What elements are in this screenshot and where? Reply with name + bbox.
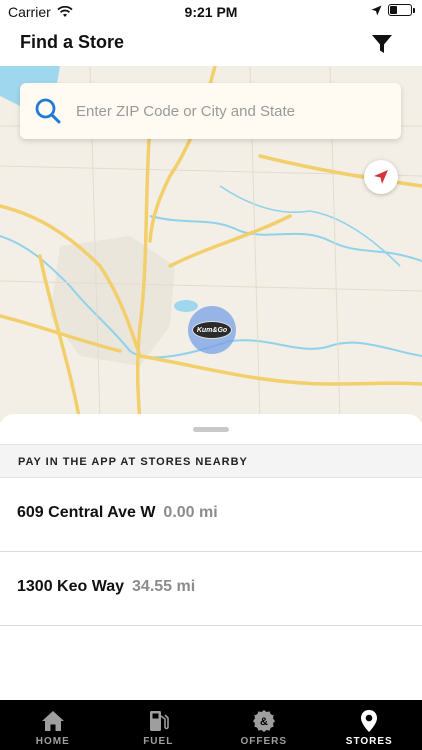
offers-icon: & — [252, 710, 275, 732]
store-distance: 0.00 mi — [163, 504, 218, 521]
store-distance: 34.55 mi — [132, 578, 196, 595]
tab-label: HOME — [35, 736, 70, 747]
svg-text:&: & — [260, 716, 268, 728]
home-icon — [41, 711, 64, 731]
list-item[interactable]: 1300 Keo Way 34.55 mi — [0, 552, 422, 626]
location-pin-icon — [361, 710, 378, 732]
fuel-pump-icon — [150, 711, 170, 731]
list-item[interactable]: 609 Central Ave W 0.00 mi — [0, 478, 422, 552]
locate-me-button[interactable] — [364, 160, 398, 194]
tab-home[interactable]: HOME — [0, 700, 106, 750]
tab-stores[interactable]: STORES — [317, 700, 422, 750]
store-address: 609 Central Ave W — [17, 504, 156, 521]
header: Find a Store — [0, 22, 422, 66]
battery-level — [390, 6, 397, 14]
tab-bar: HOME FUEL & OFFERS STORES — [0, 700, 422, 750]
status-bar: Carrier 9:21 PM — [0, 0, 422, 22]
page-title: Find a Store — [20, 32, 125, 52]
tab-offers[interactable]: & OFFERS — [211, 700, 317, 750]
status-time: 9:21 PM — [184, 4, 238, 20]
stores-sheet: PAY IN THE APP AT STORES NEARBY 609 Cent… — [0, 414, 422, 700]
tab-label: FUEL — [143, 736, 174, 747]
store-address: 1300 Keo Way — [17, 578, 125, 595]
tab-label: OFFERS — [240, 736, 288, 747]
location-arrow-icon — [371, 5, 382, 15]
search-box[interactable] — [20, 83, 401, 139]
filter-button[interactable] — [370, 32, 394, 56]
sheet-grabber[interactable] — [193, 427, 229, 432]
navigation-arrow-icon — [374, 170, 388, 184]
banner-text: PAY IN THE APP AT STORES NEARBY — [18, 456, 248, 468]
pay-in-app-banner: PAY IN THE APP AT STORES NEARBY — [0, 444, 422, 478]
search-input[interactable] — [76, 83, 386, 139]
filter-icon — [372, 35, 392, 53]
store-marker[interactable]: Kum&Go — [188, 306, 236, 354]
tab-fuel[interactable]: FUEL — [106, 700, 212, 750]
tab-label: STORES — [345, 736, 393, 747]
search-icon — [35, 98, 61, 124]
battery-icon — [388, 4, 415, 16]
store-logo: Kum&Go — [192, 321, 232, 339]
